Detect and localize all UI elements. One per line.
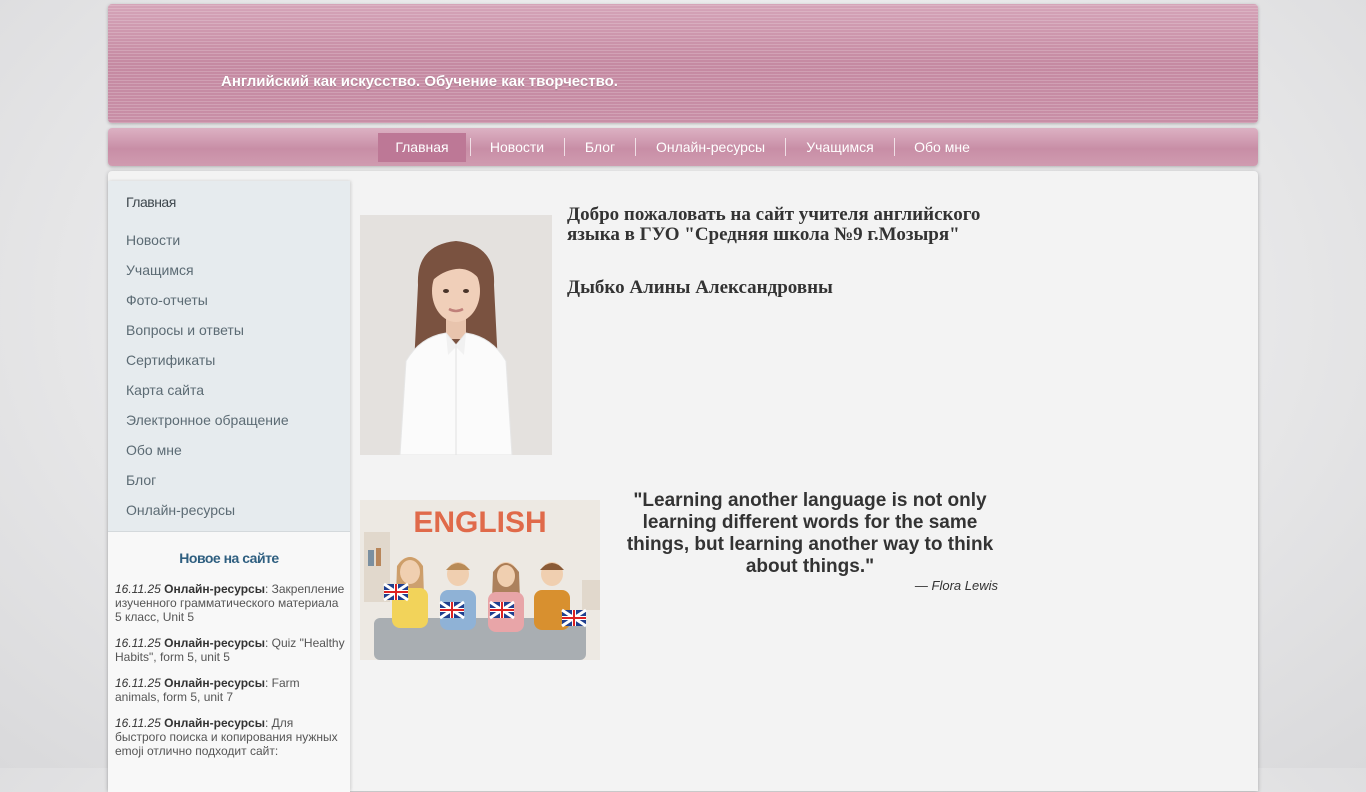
nav-separator bbox=[785, 138, 786, 156]
sidebar: Главная Новости Учащимся Фото-отчеты Воп… bbox=[108, 181, 350, 792]
quote-author: — Flora Lewis bbox=[914, 578, 998, 593]
english-banner-text: ENGLISH bbox=[413, 506, 546, 539]
sidebar-item-online-resources[interactable]: Онлайн-ресурсы bbox=[126, 502, 235, 518]
news-entry: 16.11.25 Онлайн-ресурсы: Закрепление изу… bbox=[115, 582, 347, 624]
uk-flag-icon bbox=[489, 600, 515, 620]
main-nav: Главная Новости Блог Онлайн-ресурсы Учащ… bbox=[108, 128, 1258, 166]
news-category-link[interactable]: Онлайн-ресурсы bbox=[164, 676, 265, 690]
nav-separator bbox=[635, 138, 636, 156]
news-entry: 16.11.25 Онлайн-ресурсы: Farm animals, f… bbox=[115, 676, 347, 704]
sidebar-item-home[interactable]: Главная bbox=[126, 194, 176, 210]
sidebar-item-about[interactable]: Обо мне bbox=[126, 442, 182, 458]
uk-flag-icon bbox=[383, 582, 409, 602]
teacher-photo bbox=[360, 215, 552, 455]
news-entry: 16.11.25 Онлайн-ресурсы: Для быстрого по… bbox=[115, 716, 347, 758]
sidebar-item-blog[interactable]: Блог bbox=[126, 472, 156, 488]
site-header: Английский как искусство. Обучение как т… bbox=[108, 4, 1258, 123]
nav-item-online-resources[interactable]: Онлайн-ресурсы bbox=[646, 133, 775, 162]
site-tagline: Английский как искусство. Обучение как т… bbox=[221, 73, 618, 90]
sidebar-item-students[interactable]: Учащимся bbox=[126, 262, 194, 278]
nav-item-news[interactable]: Новости bbox=[478, 133, 556, 162]
kid-3 bbox=[488, 562, 524, 632]
quote-text: "Learning another language is not only l… bbox=[626, 490, 994, 577]
news-entry: 16.11.25 Онлайн-ресурсы: Quiz "Healthy H… bbox=[115, 636, 347, 664]
uk-flag-icon bbox=[561, 608, 587, 628]
whats-new-panel: Новое на сайте 16.11.25 Онлайн-ресурсы: … bbox=[108, 531, 350, 792]
english-kids-image: ENGLISH bbox=[360, 500, 600, 660]
news-date: 16.11.25 bbox=[115, 582, 161, 596]
sidebar-item-e-appeal[interactable]: Электронное обращение bbox=[126, 412, 289, 428]
welcome-heading: Добро пожаловать на сайт учителя английс… bbox=[567, 204, 981, 245]
sidebar-item-certificates[interactable]: Сертификаты bbox=[126, 352, 215, 368]
sidebar-item-photo-reports[interactable]: Фото-отчеты bbox=[126, 292, 208, 308]
nav-item-about[interactable]: Обо мне bbox=[904, 133, 980, 162]
news-category-link[interactable]: Онлайн-ресурсы bbox=[164, 582, 265, 596]
news-date: 16.11.25 bbox=[115, 716, 161, 730]
news-date: 16.11.25 bbox=[115, 676, 161, 690]
sidebar-item-news[interactable]: Новости bbox=[126, 232, 180, 248]
sidebar-item-faq[interactable]: Вопросы и ответы bbox=[126, 322, 244, 338]
sidebar-item-sitemap[interactable]: Карта сайта bbox=[126, 382, 204, 398]
nav-separator bbox=[894, 138, 895, 156]
whats-new-title: Новое на сайте bbox=[179, 550, 279, 566]
nav-item-students[interactable]: Учащимся bbox=[796, 133, 884, 162]
news-date: 16.11.25 bbox=[115, 636, 161, 650]
news-category-link[interactable]: Онлайн-ресурсы bbox=[164, 716, 265, 730]
content-area: Главная Новости Учащимся Фото-отчеты Воп… bbox=[108, 171, 1258, 792]
nav-separator bbox=[470, 138, 471, 156]
news-category-link[interactable]: Онлайн-ресурсы bbox=[164, 636, 265, 650]
teacher-name: Дыбко Алины Александровны bbox=[567, 277, 833, 298]
nav-item-blog[interactable]: Блог bbox=[574, 133, 626, 162]
nav-item-home[interactable]: Главная bbox=[378, 133, 466, 162]
uk-flag-icon bbox=[439, 600, 465, 620]
nav-separator bbox=[564, 138, 565, 156]
